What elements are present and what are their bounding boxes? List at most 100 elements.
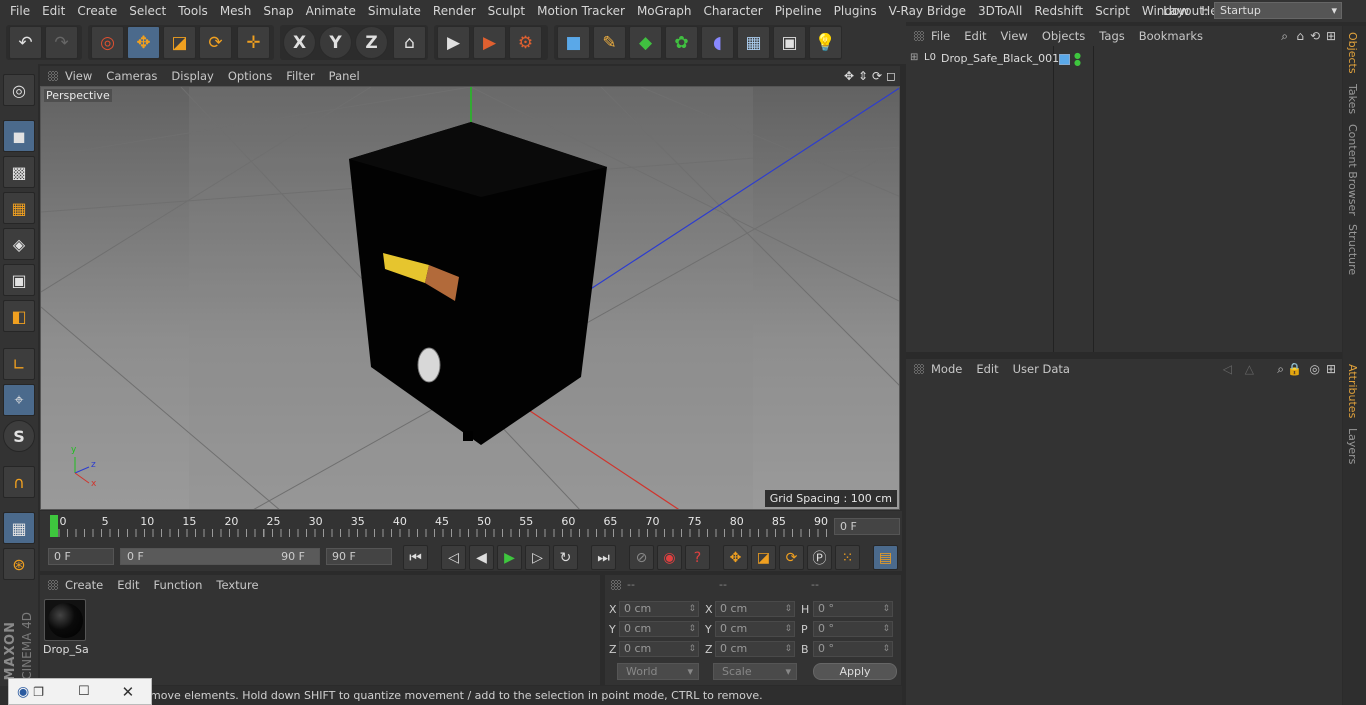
object-menu-view[interactable]: View: [994, 29, 1035, 43]
key-parameter-button[interactable]: Ⓟ: [807, 545, 832, 570]
viewport-menu-panel[interactable]: Panel: [322, 69, 367, 83]
object-menu-bookmarks[interactable]: Bookmarks: [1132, 29, 1210, 43]
menu-character[interactable]: Character: [697, 0, 768, 22]
position-y-field[interactable]: 0 cm: [619, 621, 699, 637]
material-name[interactable]: Drop_Sa: [43, 643, 89, 656]
material-menu-texture[interactable]: Texture: [209, 578, 265, 592]
current-frame-field[interactable]: 0 F: [834, 518, 900, 535]
redo-button[interactable]: ↷: [45, 26, 78, 59]
close-window-icon[interactable]: ✕: [122, 683, 135, 701]
tab-layers[interactable]: Layers: [1346, 428, 1359, 464]
position-z-field[interactable]: 0 cm: [619, 641, 699, 657]
size-x-field[interactable]: 0 cm: [715, 601, 795, 617]
y-axis-button[interactable]: Y: [319, 26, 352, 59]
menu-sculpt[interactable]: Sculpt: [482, 0, 531, 22]
tab-structure[interactable]: Structure: [1346, 224, 1359, 275]
next-key-button[interactable]: ↻: [553, 545, 578, 570]
live-selection-button[interactable]: ◎: [91, 26, 124, 59]
keyframe-selection-button[interactable]: ?: [685, 545, 710, 570]
tab-takes[interactable]: Takes: [1346, 84, 1359, 114]
play-button[interactable]: ▶: [497, 545, 522, 570]
menu-render[interactable]: Render: [427, 0, 482, 22]
object-menu-tags[interactable]: Tags: [1092, 29, 1131, 43]
menu-pipeline[interactable]: Pipeline: [769, 0, 828, 22]
edges-mode-button[interactable]: ▣: [3, 264, 35, 296]
size-z-field[interactable]: 0 cm: [715, 641, 795, 657]
layer-color-swatch[interactable]: [1059, 54, 1070, 65]
attribute-menu-edit[interactable]: Edit: [969, 362, 1005, 376]
menu-motion-tracker[interactable]: Motion Tracker: [531, 0, 631, 22]
make-editable-button[interactable]: ◎: [3, 74, 35, 106]
deformer-button[interactable]: ◖: [701, 26, 734, 59]
move-button[interactable]: ✥: [127, 26, 160, 59]
menu-vray-bridge[interactable]: V-Ray Bridge: [883, 0, 972, 22]
menu-plugins[interactable]: Plugins: [828, 0, 883, 22]
menu-mesh[interactable]: Mesh: [214, 0, 258, 22]
key-scale-button[interactable]: ◪: [751, 545, 776, 570]
subdivision-button[interactable]: ◆: [629, 26, 662, 59]
viewport-zoom-icon[interactable]: ⇕: [858, 69, 868, 83]
scale-button[interactable]: ◪: [163, 26, 196, 59]
coordinate-space-dropdown[interactable]: World: [617, 663, 699, 680]
menu-redshift[interactable]: Redshift: [1028, 0, 1089, 22]
timeline-window-button[interactable]: ▤: [873, 545, 898, 570]
tweak-mode-button[interactable]: ⌖: [3, 384, 35, 416]
menu-mograph[interactable]: MoGraph: [631, 0, 698, 22]
playhead[interactable]: [50, 515, 58, 537]
tab-objects[interactable]: Objects: [1346, 32, 1359, 74]
autokey-button[interactable]: ◉: [657, 545, 682, 570]
workplane-mode-button[interactable]: ▦: [3, 192, 35, 224]
position-x-field[interactable]: 0 cm: [619, 601, 699, 617]
material-menu-edit[interactable]: Edit: [110, 578, 146, 592]
z-axis-button[interactable]: Z: [355, 26, 388, 59]
material-thumbnail[interactable]: [44, 599, 86, 641]
viewport-move-icon[interactable]: ✥: [844, 69, 854, 83]
attribute-up-icon[interactable]: △: [1245, 362, 1254, 376]
undo-button[interactable]: ↶: [9, 26, 42, 59]
cube-button[interactable]: ■: [557, 26, 590, 59]
object-menu-file[interactable]: File: [924, 29, 957, 43]
menu-edit[interactable]: Edit: [36, 0, 71, 22]
x-axis-button[interactable]: X: [283, 26, 316, 59]
mograph-cloner-button[interactable]: ✿: [665, 26, 698, 59]
viewport-menu-cameras[interactable]: Cameras: [99, 69, 164, 83]
go-to-start-button[interactable]: ⏮: [403, 545, 428, 570]
apply-button[interactable]: Apply: [813, 663, 897, 680]
object-menu-edit[interactable]: Edit: [957, 29, 993, 43]
transform-button[interactable]: ✛: [237, 26, 270, 59]
render-settings-button[interactable]: ⚙: [509, 26, 542, 59]
render-view-button[interactable]: ▶: [437, 26, 470, 59]
go-to-end-button[interactable]: ⏭: [591, 545, 616, 570]
maximize-window-icon[interactable]: ☐: [78, 684, 90, 699]
expand-icon[interactable]: ⊞: [910, 52, 918, 63]
tab-content-browser[interactable]: Content Browser: [1346, 124, 1359, 216]
model-mode-button[interactable]: ◼: [3, 120, 35, 152]
material-menu-function[interactable]: Function: [147, 578, 210, 592]
locked-workplane-button[interactable]: ⊛: [3, 548, 35, 580]
menu-script[interactable]: Script: [1089, 0, 1136, 22]
texture-mode-button[interactable]: ▩: [3, 156, 35, 188]
coordinate-system-button[interactable]: ⌂: [393, 26, 426, 59]
viewport-camera-label[interactable]: Perspective: [44, 89, 112, 102]
timeline-ruler[interactable]: 0 5 10 15 20 25 30 35 40 45 50 55 60 65 70 75 80 85 90 0 F: [40, 511, 902, 543]
rotation-h-field[interactable]: 0 °: [813, 601, 893, 617]
object-home-icon[interactable]: ⌂: [1296, 29, 1304, 43]
floor-button[interactable]: ▦: [737, 26, 770, 59]
attribute-lock-icon[interactable]: 🔒: [1287, 362, 1302, 376]
attribute-search-icon[interactable]: ⌕: [1277, 362, 1284, 377]
previous-key-button[interactable]: ◁: [441, 545, 466, 570]
viewport-rotate-icon[interactable]: ⟳: [872, 69, 882, 83]
tab-attributes[interactable]: Attributes: [1346, 364, 1359, 418]
key-position-button[interactable]: ✥: [723, 545, 748, 570]
object-name-label[interactable]: Drop_Safe_Black_001: [941, 52, 1059, 65]
rotation-b-field[interactable]: 0 °: [813, 641, 893, 657]
axis-mode-button[interactable]: ∟: [3, 348, 35, 380]
attribute-menu-mode[interactable]: Mode: [924, 362, 969, 376]
key-pla-button[interactable]: ⁙: [835, 545, 860, 570]
size-y-field[interactable]: 0 cm: [715, 621, 795, 637]
viewport-maximize-icon[interactable]: ◻: [886, 69, 896, 83]
attribute-new-panel-icon[interactable]: ⊞: [1326, 362, 1336, 376]
perspective-viewport[interactable]: Perspective y z x Grid Spacing : 100 cm: [40, 86, 900, 510]
pen-button[interactable]: ✎: [593, 26, 626, 59]
key-rotation-button[interactable]: ⟳: [779, 545, 804, 570]
